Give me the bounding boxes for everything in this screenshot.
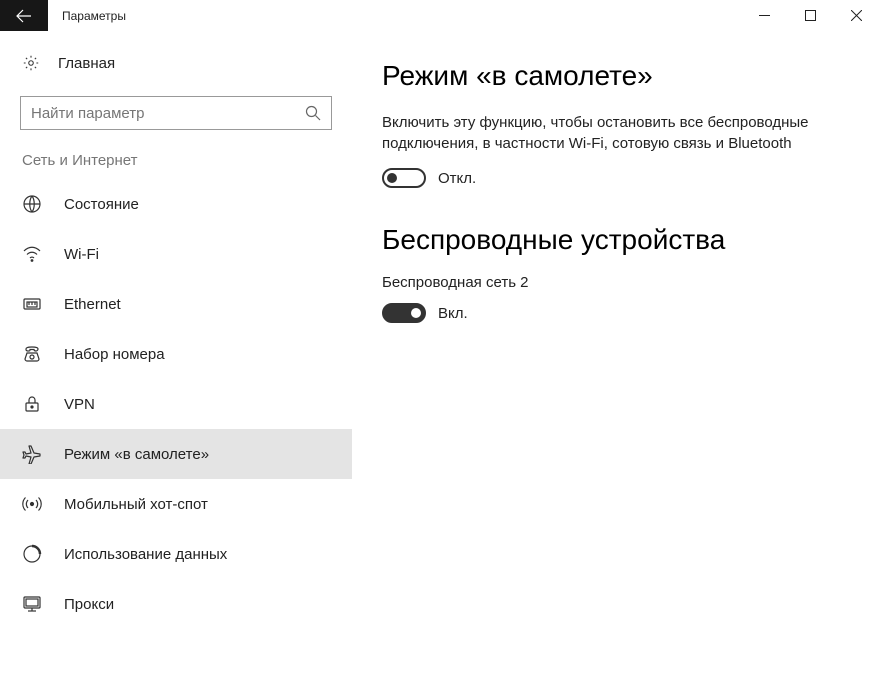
sidebar-item-label: Wi-Fi [64, 246, 99, 263]
ethernet-icon [22, 294, 42, 314]
sidebar-item-label: VPN [64, 396, 95, 413]
window-title: Параметры [48, 0, 741, 31]
dialup-icon [22, 344, 42, 364]
search-input[interactable] [20, 96, 332, 130]
airplane-toggle-label: Откл. [438, 170, 476, 187]
arrow-left-icon [16, 8, 32, 24]
close-icon [851, 10, 862, 21]
window-controls [741, 0, 879, 31]
hotspot-icon [22, 494, 42, 514]
wireless-toggle[interactable] [382, 303, 426, 323]
sidebar-item-dialup[interactable]: Набор номера [0, 329, 352, 379]
sidebar-item-label: Набор номера [64, 346, 165, 363]
toggle-knob [387, 173, 397, 183]
sidebar-item-label: Использование данных [64, 546, 227, 563]
airplane-description: Включить эту функцию, чтобы остановить в… [382, 112, 832, 154]
sidebar-category: Сеть и Интернет [0, 130, 352, 179]
sidebar-item-status[interactable]: Состояние [0, 179, 352, 229]
wireless-device-label: Беспроводная сеть 2 [382, 274, 839, 291]
search-field[interactable] [31, 105, 305, 122]
minimize-button[interactable] [741, 0, 787, 31]
titlebar: Параметры [0, 0, 879, 32]
sidebar-item-vpn[interactable]: VPN [0, 379, 352, 429]
sidebar-item-ethernet[interactable]: Ethernet [0, 279, 352, 329]
back-button[interactable] [0, 0, 48, 31]
sidebar-home-label: Главная [58, 55, 115, 72]
status-icon [22, 194, 42, 214]
wireless-toggle-label: Вкл. [438, 305, 468, 322]
vpn-icon [22, 394, 42, 414]
wireless-heading: Беспроводные устройства [382, 224, 839, 256]
sidebar-item-airplane[interactable]: Режим «в самолете» [0, 429, 352, 479]
sidebar-item-proxy[interactable]: Прокси [0, 579, 352, 629]
sidebar-item-wifi[interactable]: Wi-Fi [0, 229, 352, 279]
sidebar-item-hotspot[interactable]: Мобильный хот-спот [0, 479, 352, 529]
toggle-knob [411, 308, 421, 318]
airplane-mode-toggle[interactable] [382, 168, 426, 188]
sidebar-item-label: Состояние [64, 196, 139, 213]
sidebar-home[interactable]: Главная [0, 44, 352, 82]
sidebar-item-label: Ethernet [64, 296, 121, 313]
minimize-icon [759, 10, 770, 21]
gear-icon [22, 54, 40, 72]
wifi-icon [22, 244, 42, 264]
sidebar: Главная Сеть и Интернет Состояние Wi-Fi [0, 32, 352, 697]
proxy-icon [22, 594, 42, 614]
datausage-icon [22, 544, 42, 564]
maximize-button[interactable] [787, 0, 833, 31]
sidebar-item-label: Прокси [64, 596, 114, 613]
close-button[interactable] [833, 0, 879, 31]
sidebar-item-label: Режим «в самолете» [64, 446, 209, 463]
sidebar-item-datausage[interactable]: Использование данных [0, 529, 352, 579]
airplane-icon [22, 444, 42, 464]
main-content: Режим «в самолете» Включить эту функцию,… [352, 32, 879, 697]
maximize-icon [805, 10, 816, 21]
search-icon [305, 105, 321, 121]
sidebar-item-label: Мобильный хот-спот [64, 496, 208, 513]
page-heading: Режим «в самолете» [382, 60, 839, 92]
